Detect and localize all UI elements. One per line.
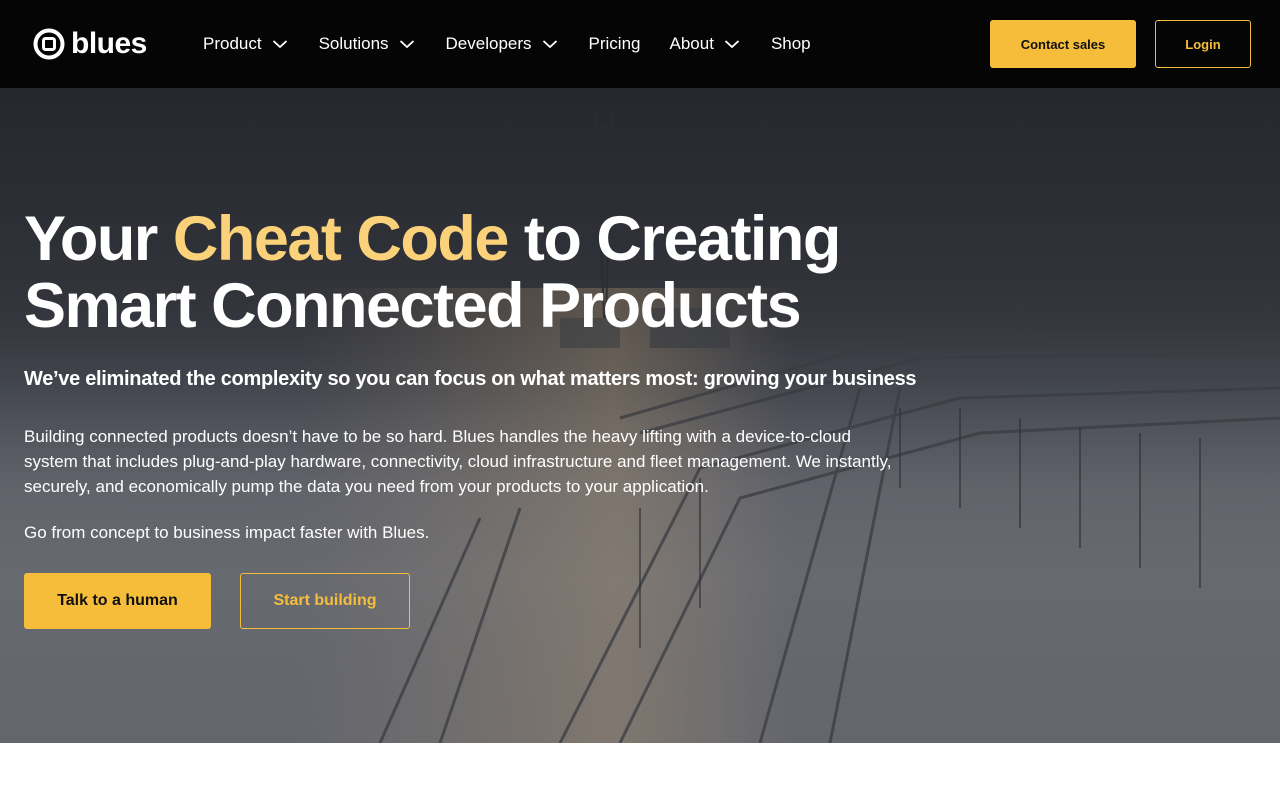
contact-sales-button[interactable]: Contact sales [990,20,1136,68]
nav-developers-label: Developers [445,34,532,53]
main-nav: Product Solutions Developers Pricing Abo… [203,0,811,88]
hero-tagline: Go from concept to business impact faste… [24,523,430,542]
nav-solutions-label: Solutions [318,34,389,53]
login-button[interactable]: Login [1155,20,1251,68]
chevron-down-icon [399,40,414,49]
hero-title: Your Cheat Code to Creating Smart Connect… [24,206,924,340]
nav-about-label: About [669,34,714,53]
nav-about[interactable]: About [670,34,740,54]
hero-title-line2: Smart Connected Products [24,271,802,341]
hero-background-image [0,107,1280,743]
nav-product-label: Product [203,34,262,53]
next-section [0,743,1280,800]
chevron-down-icon [272,40,287,49]
logo-wordmark: blues [71,27,147,60]
nav-developers[interactable]: Developers [446,34,558,54]
hero-subtitle: We’ve eliminated the complexity so you c… [24,368,917,390]
chevron-down-icon [542,40,557,49]
hero-title-accent: Cheat Code [172,204,510,274]
nav-shop-label: Shop [770,34,811,53]
hero-title-end: to Creating [507,204,842,274]
nav-solutions[interactable]: Solutions [319,34,415,54]
start-building-button[interactable]: Start building [240,573,410,629]
hero-section: Your Cheat Code to Creating Smart Connect… [0,88,1280,743]
nav-shop[interactable]: Shop [771,34,811,54]
hero-title-start: Your [24,204,173,274]
hero-description: Building connected products doesn’t have… [24,427,892,496]
nav-pricing-label: Pricing [588,34,641,53]
top-navigation-bar: blues Product Solutions Developers Prici… [0,0,1280,88]
nav-product[interactable]: Product [203,34,288,54]
talk-to-human-button[interactable]: Talk to a human [24,573,211,629]
blues-logo[interactable]: blues [33,28,147,60]
blues-logo-icon [33,28,65,60]
chevron-down-icon [724,40,740,49]
nav-pricing[interactable]: Pricing [589,34,641,54]
